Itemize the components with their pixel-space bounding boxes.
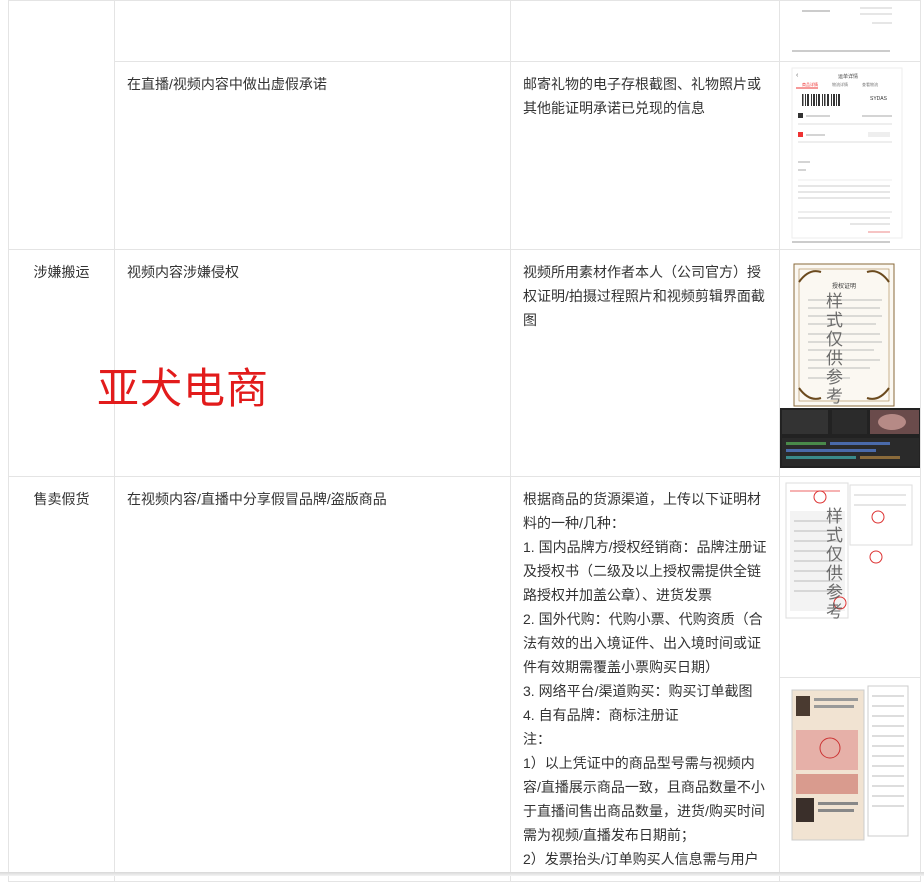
authorization-certificate-thumbnail: 授权证明 样式仅供参考 bbox=[780, 262, 920, 408]
evidence-line: 1. 国内品牌方/授权经销商：品牌注册证及授权书（二级及以上授权需提供全链路授权… bbox=[523, 539, 767, 603]
evidence-line: 3. 网络平台/渠道购买：购买订单截图 bbox=[523, 683, 753, 699]
example-cell: 授权证明 样式仅供参考 bbox=[779, 249, 921, 477]
example-cell bbox=[779, 0, 921, 62]
passport-receipt-thumbnail bbox=[780, 678, 920, 877]
evidence-line: 2）发票抬头/订单购买人信息需与用户 bbox=[523, 851, 759, 867]
video-editor-thumbnail bbox=[780, 408, 920, 468]
example-cell: 样式仅供参考 bbox=[779, 476, 921, 882]
evidence-text: 邮寄礼物的电子存根截图、礼物照片或其他能证明承诺已兑现的信息 bbox=[523, 76, 761, 116]
evidence-line: 注： bbox=[523, 731, 551, 747]
category-cell bbox=[8, 0, 115, 250]
scenario-text: 在视频内容/直播中分享假冒品牌/盗版商品 bbox=[127, 491, 387, 507]
evidence-cell: 视频所用素材作者本人（公司官方）授权证明/拍摄过程照片和视频剪辑界面截图 bbox=[510, 249, 780, 477]
scenario-cell bbox=[114, 0, 511, 62]
scenario-cell: 在视频内容/直播中分享假冒品牌/盗版商品 bbox=[114, 476, 511, 882]
category-text: 涉嫌搬运 bbox=[33, 264, 90, 280]
category-cell: 售卖假货 bbox=[8, 476, 115, 882]
evidence-text: 根据商品的货源渠道，上传以下证明材料的一种/几种： 1. 国内品牌方/授权经销商… bbox=[511, 477, 779, 881]
evidence-line: 1）以上凭证中的商品型号需与视频内容/直播展示商品一致，且商品数量不小于直播间售… bbox=[523, 755, 765, 843]
evidence-line: 4. 自有品牌：商标注册证 bbox=[523, 707, 679, 723]
sample-stamp: 样式仅供参考 bbox=[822, 292, 842, 406]
svg-text:商品详情: 商品详情 bbox=[802, 81, 818, 87]
watermark: 亚犬电商 bbox=[97, 364, 270, 413]
table-row: 售卖假货 在视频内容/直播中分享假冒品牌/盗版商品 根据商品的货源渠道，上传以下… bbox=[8, 476, 921, 882]
invoice-thumbnail: 样式仅供参考 bbox=[780, 477, 920, 678]
svg-text:物流详情: 物流详情 bbox=[832, 81, 848, 87]
svg-text:查看物流: 查看物流 bbox=[862, 81, 878, 87]
order-title: 运单详情 bbox=[838, 73, 858, 80]
scenario-cell: 在直播/视频内容中做出虚假承诺 bbox=[114, 61, 511, 250]
evidence-text: 视频所用素材作者本人（公司官方）授权证明/拍摄过程照片和视频剪辑界面截图 bbox=[523, 264, 765, 328]
evidence-line: 2. 国外代购：代购小票、代购资质（合法有效的出入境证件、出入境时间或证件有效期… bbox=[523, 611, 763, 675]
scenario-text: 在直播/视频内容中做出虚假承诺 bbox=[127, 76, 327, 92]
evidence-cell: 邮寄礼物的电子存根截图、礼物照片或其他能证明承诺已兑现的信息 bbox=[510, 61, 780, 250]
evidence-cell: 根据商品的货源渠道，上传以下证明材料的一种/几种： 1. 国内品牌方/授权经销商… bbox=[510, 476, 780, 882]
evidence-table: 在直播/视频内容中做出虚假承诺 邮寄礼物的电子存根截图、礼物照片或其他能证明承诺… bbox=[8, 0, 921, 882]
evidence-line: 根据商品的货源渠道，上传以下证明材料的一种/几种： bbox=[523, 491, 761, 531]
table-row bbox=[8, 0, 921, 250]
bottom-edge bbox=[0, 872, 924, 876]
example-cell: ‹ 运单详情 商品详情 物流详情 查看物流 SYDAS bbox=[779, 61, 921, 250]
order-screenshot-thumbnail bbox=[780, 1, 920, 61]
certificate-title: 授权证明 bbox=[832, 282, 856, 290]
category-text: 售卖假货 bbox=[33, 491, 90, 507]
sample-stamp: 样式仅供参考 bbox=[822, 507, 842, 621]
evidence-cell bbox=[510, 0, 780, 62]
order-screenshot-thumbnail: ‹ 运单详情 商品详情 物流详情 查看物流 SYDAS bbox=[780, 62, 920, 249]
table-row: 在直播/视频内容中做出虚假承诺 邮寄礼物的电子存根截图、礼物照片或其他能证明承诺… bbox=[9, 61, 921, 250]
scenario-text: 视频内容涉嫌侵权 bbox=[127, 264, 239, 280]
svg-text:SYDAS: SYDAS bbox=[870, 96, 888, 102]
